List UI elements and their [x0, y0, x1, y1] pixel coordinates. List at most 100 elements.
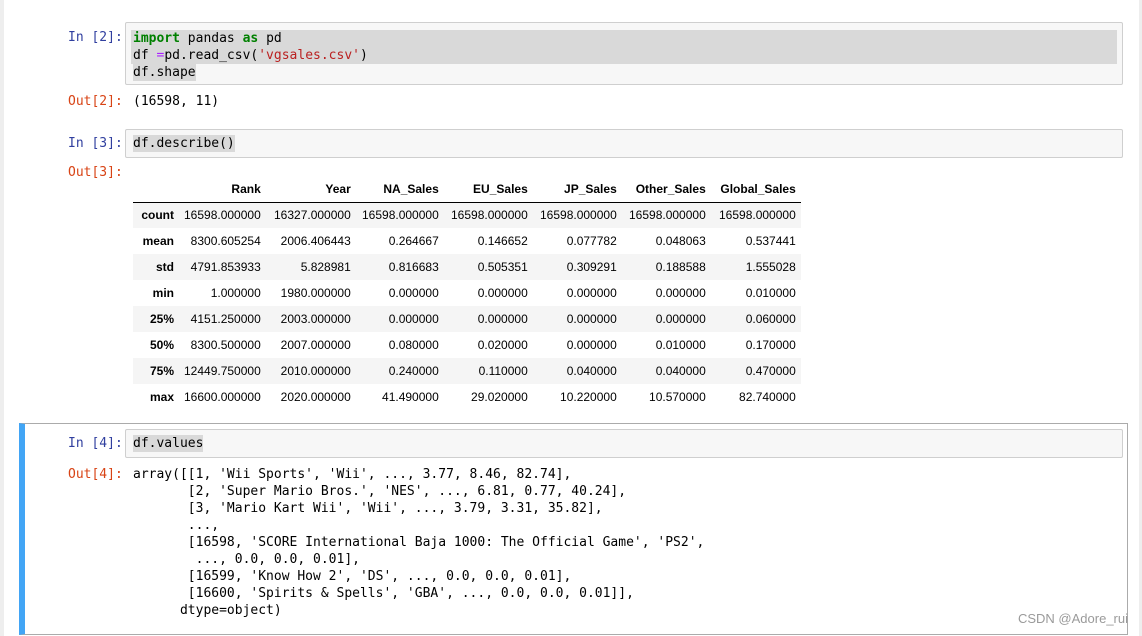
cell-2-code-line-1: import pandas as pd — [133, 31, 282, 46]
table-cell: 0.040000 — [655, 364, 706, 378]
row-index-label: count — [141, 208, 174, 223]
table-cell: 2006.406443 — [280, 234, 351, 248]
table-cell: 0.010000 — [655, 338, 706, 352]
output-line: [2, 'Super Mario Bros.', 'NES', ..., 6.8… — [133, 484, 627, 499]
cell-4-out-prompt: Out[4]: — [68, 467, 123, 482]
column-header: Rank — [179, 176, 266, 203]
table-row: 25% 4151.250000 2003.000000 0.000000 0.00000… — [133, 306, 801, 332]
cell-4-code-line: df.values — [133, 435, 204, 452]
row-index-label: 50% — [149, 338, 174, 352]
cell-3-code-input[interactable]: df.describe() — [125, 129, 1123, 158]
table-cell: 0.040000 — [566, 364, 617, 378]
table-cell: 0.000000 — [566, 338, 617, 352]
row-index-label: max — [149, 390, 174, 404]
output-line: [3, 'Mario Kart Wii', 'Wii', ..., 3.79, … — [133, 501, 603, 516]
table-cell: 0.080000 — [388, 338, 439, 352]
column-header: EU_Sales — [443, 176, 533, 203]
table-cell: 0.309291 — [566, 260, 617, 274]
table-cell: 0.000000 — [477, 286, 528, 300]
table-cell: 8300.500000 — [190, 338, 261, 352]
row-index-label: 25% — [149, 312, 174, 326]
cell-2-code-input[interactable]: import pandas as pd df =pd.read_csv('vgs… — [125, 22, 1123, 85]
table-cell: 0.470000 — [745, 364, 796, 378]
table-cell: 16598.000000 — [629, 208, 706, 223]
cell-4-in-prompt: In [4]: — [68, 436, 123, 451]
table-cell: 0.146652 — [477, 234, 528, 248]
column-header: Year — [265, 176, 356, 203]
table-cell: 0.048063 — [655, 234, 706, 248]
table-cell: 0.020000 — [477, 338, 528, 352]
row-index-label: 75% — [149, 364, 174, 378]
table-cell: 0.000000 — [477, 312, 528, 326]
table-row: 50% 8300.500000 2007.000000 0.080000 0.02000… — [133, 332, 801, 358]
cell-2-code-line-2: df =pd.read_csv('vgsales.csv') — [133, 48, 368, 63]
table-cell: 0.505351 — [477, 260, 528, 274]
table-cell: 16327.000000 — [274, 208, 351, 223]
table-cell: 8300.605254 — [190, 234, 261, 248]
table-cell: 0.000000 — [388, 286, 439, 300]
table-header-row: Rank Year NA_Sales EU_Sales JP_Sales Oth… — [133, 176, 801, 203]
table-cell: 1.555028 — [745, 260, 796, 274]
table-cell: 82.740000 — [739, 390, 796, 404]
table-cell: 4791.853933 — [190, 260, 261, 274]
row-index-label: std — [156, 260, 174, 274]
table-cell: 0.264667 — [388, 234, 439, 248]
output-line: [16599, 'Know How 2', 'DS', ..., 0.0, 0.… — [133, 569, 572, 584]
watermark: CSDN @Adore_rui — [1017, 611, 1128, 626]
table-row: 75% 12449.750000 2010.000000 0.240000 0.1100… — [133, 358, 801, 384]
table-cell: 0.000000 — [655, 286, 706, 300]
table-row: std 4791.853933 5.828981 0.816683 0.505351 0.… — [133, 254, 801, 280]
output-line: [16600, 'Spirits & Spells', 'GBA', ..., … — [133, 586, 634, 601]
column-header: Other_Sales — [621, 176, 711, 203]
table-cell: 2007.000000 — [280, 338, 351, 352]
table-cell: 0.000000 — [655, 312, 706, 326]
table-cell: 1980.000000 — [280, 286, 351, 300]
column-header: Global_Sales — [710, 176, 801, 203]
output-line: ..., 0.0, 0.0, 0.01], — [133, 552, 360, 567]
table-cell: 0.110000 — [478, 364, 528, 378]
table-cell: 29.020000 — [471, 390, 528, 404]
table-cell: 0.170000 — [745, 338, 796, 352]
table-cell: 0.060000 — [745, 312, 796, 326]
column-header: JP_Sales — [532, 176, 622, 203]
cell-2-output: (16598, 11) — [133, 94, 220, 109]
describe-dataframe-table: Rank Year NA_Sales EU_Sales JP_Sales Oth… — [133, 176, 801, 410]
table-cell: 0.077782 — [566, 234, 617, 248]
output-line: array([[1, 'Wii Sports', 'Wii', ..., 3.7… — [133, 467, 572, 482]
table-row: min 1.000000 1980.000000 0.000000 0.000000 0.… — [133, 280, 801, 306]
table-cell: 16598.000000 — [540, 208, 617, 223]
cell-2-in-prompt: In [2]: — [68, 30, 123, 45]
table-cell: 0.010000 — [745, 286, 796, 300]
cell-3-code-line: df.describe() — [133, 135, 235, 152]
table-cell: 41.490000 — [382, 390, 439, 404]
table-cell: 16600.000000 — [184, 390, 261, 404]
row-index-label: mean — [142, 234, 174, 248]
table-cell: 10.220000 — [560, 390, 617, 404]
table-cell: 0.188588 — [655, 260, 706, 274]
table-cell: 2010.000000 — [280, 364, 351, 378]
table-cell: 12449.750000 — [184, 364, 261, 378]
table-row: max 16600.000000 2020.000000 41.490000 29.02… — [133, 384, 801, 410]
cell-2-code-line-3: df.shape — [133, 64, 196, 81]
cell-2-out-prompt: Out[2]: — [68, 94, 123, 109]
cell-3-in-prompt: In [3]: — [68, 136, 123, 151]
output-line: dtype=object) — [133, 603, 282, 618]
table-cell: 0.000000 — [566, 286, 617, 300]
left-scroll-edge — [0, 0, 4, 636]
table-cell: 10.570000 — [649, 390, 706, 404]
row-index-label: min — [152, 286, 174, 300]
cell-4-code-input[interactable]: df.values — [125, 429, 1123, 458]
table-cell: 0.240000 — [388, 364, 439, 378]
column-header: NA_Sales — [355, 176, 444, 203]
table-cell: 2003.000000 — [280, 312, 351, 326]
table-row: count 16598.000000 16327.000000 16598.00000… — [133, 202, 801, 228]
table-corner-cell — [133, 176, 179, 203]
table-cell: 1.000000 — [210, 286, 261, 300]
table-cell: 16598.000000 — [184, 208, 261, 223]
table-row: mean 8300.605254 2006.406443 0.264667 0.1466… — [133, 228, 801, 254]
output-line: [16598, 'SCORE International Baja 1000: … — [133, 535, 705, 550]
output-line: ..., — [133, 518, 220, 533]
table-cell: 0.000000 — [566, 312, 617, 326]
table-cell: 16598.000000 — [451, 208, 528, 223]
table-cell: 5.828981 — [300, 260, 351, 274]
